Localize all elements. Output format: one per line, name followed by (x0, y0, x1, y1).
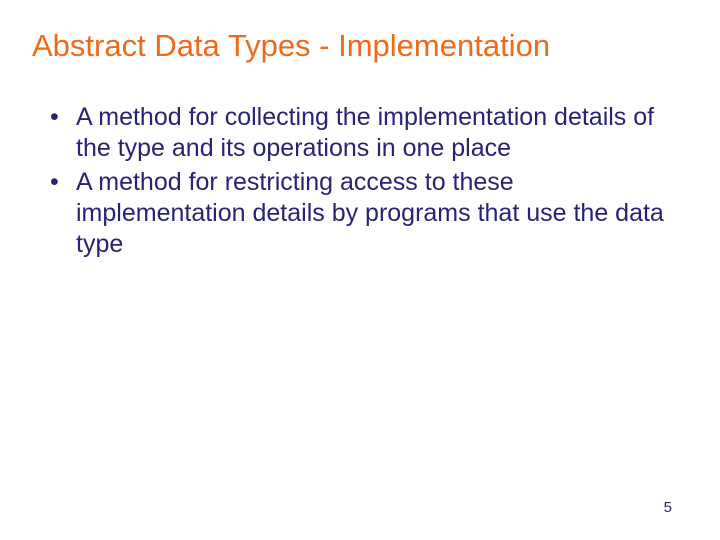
bullet-list: A method for collecting the implementati… (32, 102, 688, 260)
page-number: 5 (664, 499, 672, 516)
bullet-item: A method for collecting the implementati… (50, 102, 688, 165)
slide-container: Abstract Data Types - Implementation A m… (0, 0, 720, 540)
slide-title: Abstract Data Types - Implementation (32, 28, 688, 64)
bullet-item: A method for restricting access to these… (50, 167, 688, 261)
